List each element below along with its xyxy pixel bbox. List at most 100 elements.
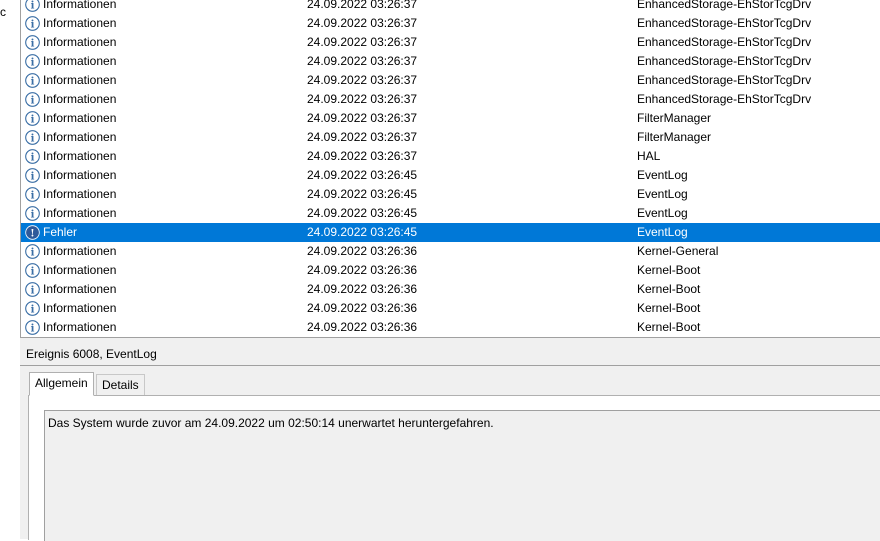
svg-text:i: i xyxy=(31,324,35,335)
event-source: EventLog xyxy=(637,168,688,182)
info-icon: i xyxy=(25,206,40,221)
event-level: Informationen xyxy=(43,73,117,87)
event-row[interactable]: i Informationen 24.09.2022 03:26:37 FilterM… xyxy=(21,109,880,128)
event-date: 24.09.2022 03:26:37 xyxy=(307,35,418,49)
event-row[interactable]: i Informationen 24.09.2022 03:26:37 Enhance… xyxy=(21,14,880,33)
svg-text:i: i xyxy=(31,172,35,183)
event-level: Informationen xyxy=(43,130,117,144)
event-date: 24.09.2022 03:26:37 xyxy=(307,73,418,87)
event-level: Informationen xyxy=(43,244,117,258)
event-date: 24.09.2022 03:26:37 xyxy=(307,0,418,11)
event-row[interactable]: i Informationen 24.09.2022 03:26:37 Enhance… xyxy=(21,0,880,14)
info-icon: i xyxy=(25,16,40,31)
event-row[interactable]: i Informationen 24.09.2022 03:26:36 Kernel-… xyxy=(21,261,880,280)
info-icon: i xyxy=(25,187,40,202)
event-row[interactable]: i Informationen 24.09.2022 03:26:36 Kernel-… xyxy=(21,318,880,337)
event-level: Informationen xyxy=(43,187,117,201)
info-icon: i xyxy=(25,73,40,88)
event-source: Kernel-Boot xyxy=(637,263,701,277)
event-level: Informationen xyxy=(43,282,117,296)
info-icon: i xyxy=(25,92,40,107)
event-date: 24.09.2022 03:26:36 xyxy=(307,263,418,277)
event-row[interactable]: i Informationen 24.09.2022 03:26:37 FilterM… xyxy=(21,128,880,147)
info-icon: i xyxy=(25,168,40,183)
info-icon: i xyxy=(25,301,40,316)
event-row[interactable]: i Informationen 24.09.2022 03:26:37 HAL xyxy=(21,147,880,166)
tab-details-label: Details xyxy=(102,378,139,392)
event-date: 24.09.2022 03:26:36 xyxy=(307,282,418,296)
svg-text:i: i xyxy=(31,96,35,107)
event-source: EnhancedStorage-EhStorTcgDrv xyxy=(637,0,812,11)
event-date: 24.09.2022 03:26:37 xyxy=(307,54,418,68)
event-row[interactable]: i Informationen 24.09.2022 03:26:36 Kernel-… xyxy=(21,299,880,318)
event-date: 24.09.2022 03:26:45 xyxy=(307,206,418,220)
event-row[interactable]: i Informationen 24.09.2022 03:26:45 EventLo… xyxy=(21,185,880,204)
svg-text:i: i xyxy=(31,248,35,259)
svg-text:i: i xyxy=(31,1,35,12)
event-date: 24.09.2022 03:26:36 xyxy=(307,320,418,334)
event-row[interactable]: i Informationen 24.09.2022 03:26:37 Enhance… xyxy=(21,71,880,90)
event-row[interactable]: i Informationen 24.09.2022 03:26:36 Kernel-… xyxy=(21,242,880,261)
svg-text:i: i xyxy=(31,153,35,164)
event-source: Kernel-Boot xyxy=(637,282,701,296)
event-row-selected[interactable]: ! Fehler 24.09.2022 03:26:45 EventLog xyxy=(21,223,880,242)
event-row[interactable]: i Informationen 24.09.2022 03:26:37 Enhance… xyxy=(21,52,880,71)
event-source: EventLog xyxy=(637,187,688,201)
svg-text:i: i xyxy=(31,77,35,88)
info-icon: i xyxy=(25,149,40,164)
event-level: Informationen xyxy=(43,206,117,220)
event-date: 24.09.2022 03:26:37 xyxy=(307,149,418,163)
info-icon: i xyxy=(25,35,40,50)
event-message-box[interactable]: Das System wurde zuvor am 24.09.2022 um … xyxy=(44,410,880,541)
event-row[interactable]: i Informationen 24.09.2022 03:26:37 Enhance… xyxy=(21,90,880,109)
event-source: Kernel-Boot xyxy=(637,301,701,315)
event-source: Kernel-Boot xyxy=(637,320,701,334)
event-row[interactable]: i Informationen 24.09.2022 03:26:36 Kernel-… xyxy=(21,280,880,299)
svg-text:i: i xyxy=(31,267,35,278)
event-row[interactable]: i Informationen 24.09.2022 03:26:45 EventLo… xyxy=(21,166,880,185)
event-detail-title: Ereignis 6008, EventLog xyxy=(26,347,157,361)
svg-text:!: ! xyxy=(30,229,34,240)
svg-text:i: i xyxy=(31,210,35,221)
event-level: Informationen xyxy=(43,168,117,182)
error-icon: ! xyxy=(25,225,40,240)
event-level: Informationen xyxy=(43,16,117,30)
event-level: Informationen xyxy=(43,92,117,106)
event-date: 24.09.2022 03:26:37 xyxy=(307,130,418,144)
event-date: 24.09.2022 03:26:45 xyxy=(307,168,418,182)
event-date: 24.09.2022 03:26:37 xyxy=(307,111,418,125)
svg-text:i: i xyxy=(31,20,35,31)
event-date: 24.09.2022 03:26:36 xyxy=(307,244,418,258)
event-level: Informationen xyxy=(43,149,117,163)
event-level: Informationen xyxy=(43,301,117,315)
svg-text:i: i xyxy=(31,58,35,69)
event-source: Kernel-General xyxy=(637,244,719,258)
svg-text:i: i xyxy=(31,134,35,145)
tab-content-general: Das System wurde zuvor am 24.09.2022 um … xyxy=(28,395,880,541)
info-icon: i xyxy=(25,130,40,145)
info-icon: i xyxy=(25,244,40,259)
svg-text:i: i xyxy=(31,191,35,202)
event-source: FilterManager xyxy=(637,130,712,144)
svg-text:i: i xyxy=(31,115,35,126)
event-row[interactable]: i Informationen 24.09.2022 03:26:45 EventLo… xyxy=(21,204,880,223)
tab-allgemein-label: Allgemein xyxy=(35,376,88,390)
info-icon: i xyxy=(25,0,40,12)
event-source: HAL xyxy=(637,149,661,163)
tab-allgemein[interactable]: Allgemein xyxy=(29,372,94,396)
event-source: EnhancedStorage-EhStorTcgDrv xyxy=(637,54,812,68)
info-icon: i xyxy=(25,282,40,297)
navigation-pane: rc xyxy=(0,0,21,337)
event-date: 24.09.2022 03:26:37 xyxy=(307,92,418,106)
event-list[interactable]: i Informationen 24.09.2022 03:26:37 Enhance… xyxy=(21,0,880,337)
event-date: 24.09.2022 03:26:45 xyxy=(307,187,418,201)
svg-text:i: i xyxy=(31,39,35,50)
event-detail-pane: Ereignis 6008, EventLog Allgemein Detail… xyxy=(20,341,880,541)
event-row[interactable]: i Informationen 24.09.2022 03:26:37 Enhance… xyxy=(21,33,880,52)
event-level: Informationen xyxy=(43,0,117,11)
event-date: 24.09.2022 03:26:45 xyxy=(307,225,418,239)
event-level: Informationen xyxy=(43,111,117,125)
info-icon: i xyxy=(25,54,40,69)
event-source: EnhancedStorage-EhStorTcgDrv xyxy=(637,16,812,30)
tab-details[interactable]: Details xyxy=(96,374,145,396)
